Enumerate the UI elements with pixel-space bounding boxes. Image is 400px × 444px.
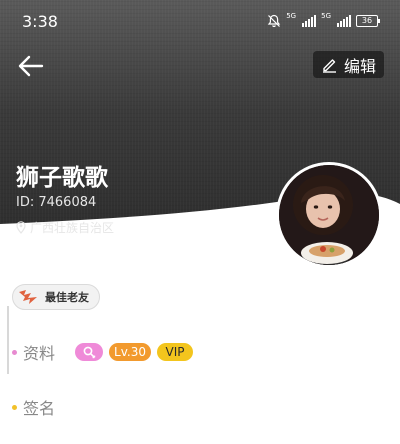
- info-dot: [12, 349, 17, 355]
- best-friend-badge[interactable]: 最佳老友: [12, 284, 100, 310]
- status-icons: 5G 5G 36: [267, 12, 380, 28]
- profile-name: 狮子歌歌: [16, 165, 108, 191]
- clock: 3:38: [22, 12, 58, 31]
- signal-2-icon: [337, 15, 351, 27]
- info-label: 资料: [23, 344, 56, 363]
- status-bar: 3:38 5G 5G 36: [0, 0, 400, 44]
- gender-tag: [75, 343, 104, 361]
- battery-icon: 36: [356, 15, 380, 27]
- profile-id: ID: 7466084: [16, 195, 97, 210]
- badge-emblem-icon: [19, 290, 37, 304]
- female-symbol-icon: [83, 346, 96, 359]
- mute-bell-icon: [267, 14, 281, 28]
- edit-button[interactable]: 编辑: [312, 51, 384, 78]
- vip-tag: VIP: [157, 343, 194, 361]
- location-pin-icon: [16, 221, 26, 234]
- edit-pen-icon: [322, 59, 336, 73]
- avatar[interactable]: [276, 162, 382, 268]
- signature-dot: [12, 404, 17, 410]
- signal-1-label: 5G: [286, 12, 297, 20]
- back-button[interactable]: [16, 52, 46, 80]
- scroll-indicator: [7, 306, 9, 374]
- signature-row[interactable]: 签名: [12, 395, 55, 419]
- signal-2-label: 5G: [321, 12, 331, 20]
- back-arrow-icon: [18, 55, 44, 77]
- signal-1-icon: [302, 15, 317, 27]
- avatar-portrait-image: [279, 165, 379, 265]
- signature-label: 签名: [23, 399, 56, 418]
- profile-location: 广西壮族自治区: [16, 219, 114, 236]
- badge-label: 最佳老友: [45, 291, 89, 304]
- edit-label: 编辑: [343, 56, 376, 76]
- location-text: 广西壮族自治区: [30, 221, 115, 235]
- profile-info-row[interactable]: 资料 Lv.30 VIP: [12, 340, 194, 364]
- avatar-photo: [279, 165, 379, 265]
- level-tag: Lv.30: [109, 343, 152, 361]
